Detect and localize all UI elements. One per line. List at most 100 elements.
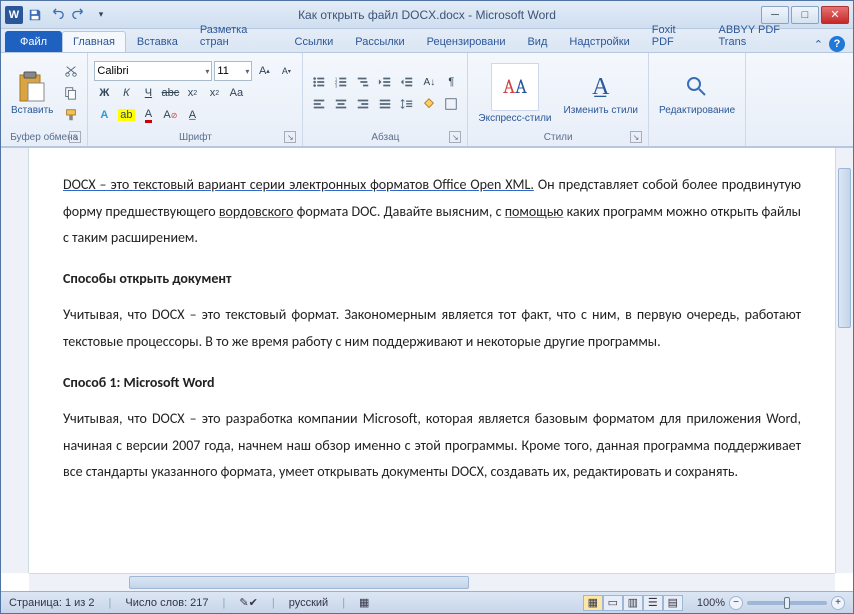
- paste-icon: [16, 71, 48, 103]
- multilevel-list-button[interactable]: [353, 72, 373, 92]
- minimize-ribbon-icon[interactable]: ⌃: [814, 38, 823, 51]
- tab-references[interactable]: Ссылки: [284, 31, 345, 52]
- macro-icon[interactable]: ▦: [359, 596, 369, 609]
- document-content[interactable]: DOCX – это текстовый вариант серии элект…: [29, 148, 835, 524]
- web-layout-view[interactable]: ▥: [623, 595, 643, 611]
- paste-button[interactable]: Вставить: [7, 69, 57, 118]
- vertical-ruler[interactable]: [1, 148, 29, 573]
- word-icon: W: [5, 6, 23, 24]
- full-screen-view[interactable]: ▭: [603, 595, 623, 611]
- tab-file[interactable]: Файл: [5, 31, 62, 52]
- heading-1[interactable]: Способы открыть документ: [63, 266, 801, 293]
- help-icon[interactable]: ?: [829, 36, 845, 52]
- cut-button[interactable]: [61, 61, 81, 81]
- character-shading-button[interactable]: A̲: [182, 105, 202, 125]
- italic-button[interactable]: К: [116, 83, 136, 103]
- tab-insert[interactable]: Вставка: [126, 31, 189, 52]
- clear-formatting-button[interactable]: A⊘: [160, 105, 180, 125]
- line-spacing-button[interactable]: [397, 94, 417, 114]
- strikethrough-button[interactable]: abc: [160, 83, 180, 103]
- group-editing: Редактирование: [649, 53, 746, 146]
- clipboard-launcher[interactable]: ↘: [69, 131, 81, 143]
- subscript-button[interactable]: x2: [182, 83, 202, 103]
- group-styles: AA Экспресс-стили A̲ Изменить стили Стил…: [468, 53, 649, 146]
- quick-styles-button[interactable]: AA Экспресс-стили: [474, 61, 555, 126]
- numbering-button[interactable]: 123: [331, 72, 351, 92]
- align-right-button[interactable]: [353, 94, 373, 114]
- save-button[interactable]: [25, 5, 45, 25]
- statusbar: Страница: 1 из 2 | Число слов: 217 | ✎✔ …: [1, 591, 853, 613]
- font-launcher[interactable]: ↘: [284, 131, 296, 143]
- scrollbar-thumb-v[interactable]: [838, 168, 851, 328]
- show-marks-button[interactable]: ¶: [441, 72, 461, 92]
- outline-view[interactable]: ☰: [643, 595, 663, 611]
- paragraph-1[interactable]: DOCX – это текстовый вариант серии элект…: [63, 172, 801, 252]
- redo-button[interactable]: [69, 5, 89, 25]
- underline-button[interactable]: Ч: [138, 83, 158, 103]
- status-word-count[interactable]: Число слов: 217: [125, 597, 208, 609]
- quick-access-toolbar: W ▾: [5, 5, 111, 25]
- zoom-out-button[interactable]: −: [729, 596, 743, 610]
- group-clipboard: Вставить Буфер обмена↘: [1, 53, 88, 146]
- tab-foxit[interactable]: Foxit PDF: [641, 19, 708, 52]
- styles-launcher[interactable]: ↘: [630, 131, 642, 143]
- group-font: Calibri▾ 11▾ A▴ A▾ Ж К Ч abc x2 x2 Aa: [88, 53, 303, 146]
- font-color-button[interactable]: A: [138, 105, 158, 125]
- align-left-button[interactable]: [309, 94, 329, 114]
- paragraph-3[interactable]: Учитывая, что DOCX – это разработка комп…: [63, 406, 801, 486]
- superscript-button[interactable]: x2: [204, 83, 224, 103]
- text-effects-button[interactable]: A: [94, 105, 114, 125]
- spellcheck-icon[interactable]: ✎✔: [239, 596, 257, 609]
- format-painter-button[interactable]: [61, 105, 81, 125]
- tab-abbyy[interactable]: ABBYY PDF Trans: [707, 19, 813, 52]
- print-layout-view[interactable]: ▦: [583, 595, 603, 611]
- status-page[interactable]: Страница: 1 из 2: [9, 597, 95, 609]
- document-area: DOCX – это текстовый вариант серии элект…: [1, 147, 853, 591]
- find-icon: [681, 71, 713, 103]
- decrease-indent-button[interactable]: [375, 72, 395, 92]
- ribbon: Вставить Буфер обмена↘ Calibri▾ 11▾ A▴ A…: [1, 53, 853, 147]
- bold-button[interactable]: Ж: [94, 83, 114, 103]
- zoom-slider-knob[interactable]: [784, 597, 790, 609]
- copy-button[interactable]: [61, 83, 81, 103]
- change-styles-icon: A̲: [585, 71, 617, 103]
- justify-button[interactable]: [375, 94, 395, 114]
- paragraph-launcher[interactable]: ↘: [449, 131, 461, 143]
- status-language[interactable]: русский: [289, 597, 328, 609]
- shading-button[interactable]: [419, 94, 439, 114]
- borders-button[interactable]: [441, 94, 461, 114]
- vertical-scrollbar[interactable]: [835, 148, 853, 573]
- tab-review[interactable]: Рецензировани: [416, 31, 517, 52]
- close-button[interactable]: ✕: [821, 6, 849, 24]
- tab-mailings[interactable]: Рассылки: [344, 31, 415, 52]
- bullets-button[interactable]: [309, 72, 329, 92]
- qat-customize[interactable]: ▾: [91, 5, 111, 25]
- sort-button[interactable]: A↓: [419, 72, 439, 92]
- change-styles-button[interactable]: A̲ Изменить стили: [560, 69, 642, 118]
- document-viewport[interactable]: DOCX – это текстовый вариант серии элект…: [29, 148, 835, 573]
- undo-button[interactable]: [47, 5, 67, 25]
- zoom-level[interactable]: 100%: [697, 597, 725, 609]
- highlight-button[interactable]: ab: [116, 105, 136, 125]
- tab-view[interactable]: Вид: [516, 31, 558, 52]
- tab-home[interactable]: Главная: [62, 31, 126, 52]
- tab-addins[interactable]: Надстройки: [558, 31, 640, 52]
- change-case-button[interactable]: Aa: [226, 83, 246, 103]
- view-buttons: ▦ ▭ ▥ ☰ ▤: [583, 595, 683, 611]
- heading-2[interactable]: Способ 1: Microsoft Word: [63, 370, 801, 397]
- font-name-combo[interactable]: Calibri▾: [94, 61, 212, 81]
- editing-button[interactable]: Редактирование: [655, 69, 739, 118]
- grow-font-button[interactable]: A▴: [254, 61, 274, 81]
- tab-layout[interactable]: Разметка стран: [189, 19, 284, 52]
- zoom-in-button[interactable]: +: [831, 596, 845, 610]
- align-center-button[interactable]: [331, 94, 351, 114]
- horizontal-scrollbar[interactable]: [29, 573, 835, 591]
- draft-view[interactable]: ▤: [663, 595, 683, 611]
- zoom-slider[interactable]: [747, 601, 827, 605]
- shrink-font-button[interactable]: A▾: [276, 61, 296, 81]
- font-size-combo[interactable]: 11▾: [214, 61, 252, 81]
- scrollbar-thumb-h[interactable]: [129, 576, 469, 589]
- paragraph-2[interactable]: Учитывая, что DOCX – это текстовый форма…: [63, 302, 801, 355]
- increase-indent-button[interactable]: [397, 72, 417, 92]
- ribbon-tabs: Файл Главная Вставка Разметка стран Ссыл…: [1, 29, 853, 53]
